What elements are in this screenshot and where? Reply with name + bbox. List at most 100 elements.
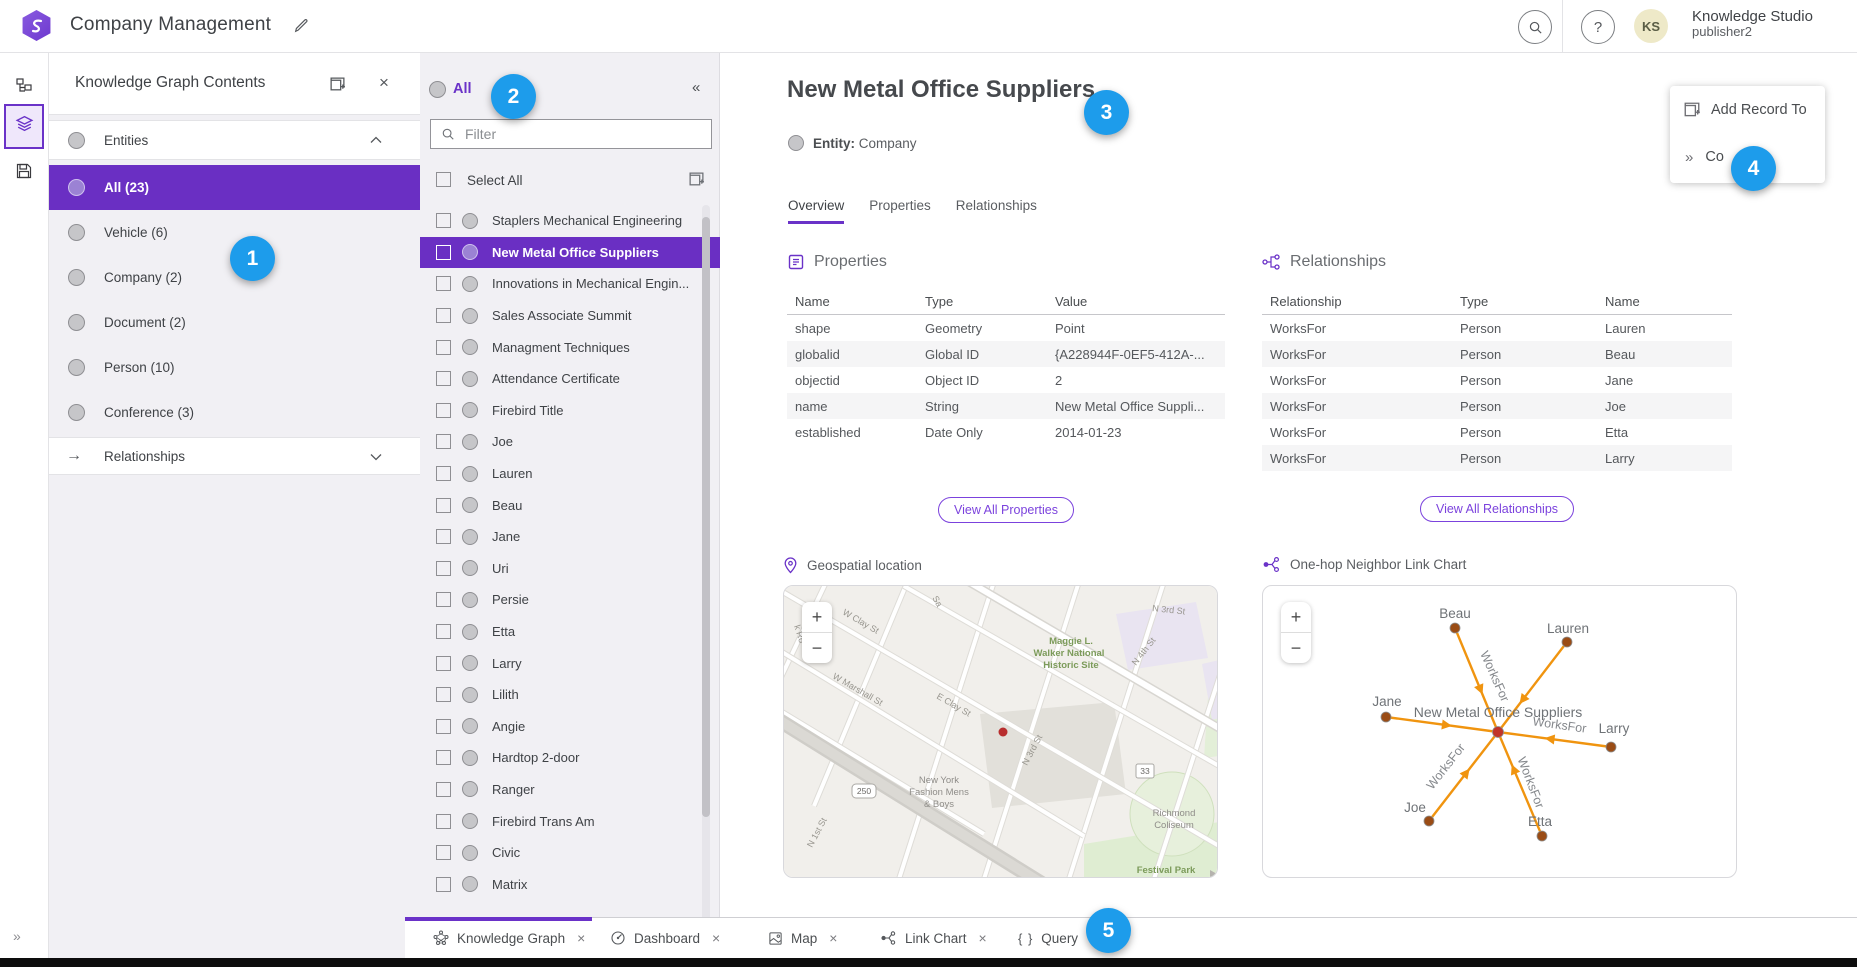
relationship-link[interactable]: WorksFor (1262, 367, 1452, 393)
table-row[interactable]: objectidObject ID2 (787, 367, 1225, 393)
node-center[interactable] (1493, 727, 1504, 738)
item-checkbox[interactable] (436, 245, 451, 260)
zoom-out-button[interactable]: − (1281, 633, 1311, 663)
entity-link[interactable]: Lauren (1597, 315, 1732, 342)
item-checkbox[interactable] (436, 213, 451, 228)
item-checkbox[interactable] (436, 403, 451, 418)
list-item[interactable]: Joe (420, 426, 720, 458)
entity-type-all[interactable]: All (23) (48, 165, 420, 210)
list-item[interactable]: Larry (420, 647, 720, 679)
list-item[interactable]: Hardtop 2-door (420, 742, 720, 774)
node-etta[interactable] (1537, 831, 1547, 841)
item-checkbox[interactable] (436, 719, 451, 734)
close-tab-icon[interactable]: × (577, 930, 585, 946)
list-item[interactable]: Angie (420, 711, 720, 743)
relationship-link[interactable]: WorksFor (1262, 393, 1452, 419)
link-chart[interactable]: WorksFor WorksFor WorksFor WorksFor Beau (1262, 585, 1737, 878)
node-lauren[interactable] (1562, 637, 1572, 647)
relationship-link[interactable]: WorksFor (1262, 419, 1452, 445)
entity-link[interactable]: Beau (1597, 341, 1732, 367)
relationships-section-header[interactable]: → Relationships (48, 437, 420, 475)
relationship-link[interactable]: WorksFor (1262, 315, 1452, 342)
list-item[interactable]: Firebird Trans Am (420, 805, 720, 837)
view-tab-map[interactable]: Map × (768, 918, 837, 958)
item-checkbox[interactable] (436, 750, 451, 765)
relationship-link[interactable]: WorksFor (1262, 341, 1452, 367)
item-checkbox[interactable] (436, 687, 451, 702)
item-checkbox[interactable] (436, 656, 451, 671)
view-all-properties-button[interactable]: View All Properties (938, 497, 1074, 523)
view-tab-dashboard[interactable]: Dashboard × (610, 918, 720, 958)
select-all-row[interactable]: Select All (420, 164, 720, 196)
close-panel-icon[interactable]: × (375, 74, 393, 92)
list-item[interactable]: Civic (420, 837, 720, 869)
item-checkbox[interactable] (436, 814, 451, 829)
relationship-link[interactable]: WorksFor (1262, 445, 1452, 471)
node-larry[interactable] (1606, 742, 1616, 752)
item-checkbox[interactable] (436, 624, 451, 639)
table-row[interactable]: establishedDate Only2014-01-23 (787, 419, 1225, 445)
list-item[interactable]: Managment Techniques (420, 331, 720, 363)
layers-tool-selected[interactable] (4, 104, 44, 149)
table-row[interactable]: WorksForPersonBeau (1262, 341, 1732, 367)
item-checkbox[interactable] (436, 782, 451, 797)
filter-input[interactable] (463, 125, 711, 143)
entity-type-person[interactable]: Person (10) (48, 345, 420, 390)
entity-link[interactable]: Jane (1597, 367, 1732, 393)
entity-type-document[interactable]: Document (2) (48, 300, 420, 345)
item-checkbox[interactable] (436, 434, 451, 449)
item-checkbox[interactable] (436, 877, 451, 892)
list-scrollbar[interactable] (702, 205, 710, 925)
menu-item-add-record-to[interactable]: Add Record To (1670, 95, 1825, 125)
tab-properties[interactable]: Properties (869, 198, 931, 224)
item-checkbox[interactable] (436, 592, 451, 607)
item-checkbox[interactable] (436, 845, 451, 860)
list-item[interactable]: Innovations in Mechanical Engin... (420, 268, 720, 300)
list-item[interactable]: Firebird Title (420, 395, 720, 427)
view-tab-knowledge-graph[interactable]: Knowledge Graph × (433, 918, 585, 958)
node-joe[interactable] (1424, 816, 1434, 826)
view-tab-query[interactable]: { } Query (1018, 918, 1078, 958)
table-row[interactable]: WorksForPersonJoe (1262, 393, 1732, 419)
list-item[interactable]: Etta (420, 616, 720, 648)
close-tab-icon[interactable]: × (829, 930, 837, 946)
list-item[interactable]: Staplers Mechanical Engineering (420, 205, 720, 237)
item-checkbox[interactable] (436, 561, 451, 576)
user-info[interactable]: Knowledge Studio publisher2 (1692, 8, 1813, 40)
list-item-selected[interactable]: New Metal Office Suppliers (420, 237, 720, 269)
list-item[interactable]: Beau (420, 489, 720, 521)
table-row[interactable]: nameStringNew Metal Office Suppli... (787, 393, 1225, 419)
select-all-checkbox[interactable] (436, 172, 451, 187)
item-checkbox[interactable] (436, 498, 451, 513)
entity-link[interactable]: Larry (1597, 445, 1732, 471)
help-button[interactable]: ? (1581, 10, 1615, 44)
add-record-icon[interactable] (328, 75, 346, 93)
table-row[interactable]: WorksForPersonJane (1262, 367, 1732, 393)
close-tab-icon[interactable]: × (712, 930, 720, 946)
view-tab-link-chart[interactable]: Link Chart × (880, 918, 987, 958)
item-checkbox[interactable] (436, 276, 451, 291)
collapse-panel-icon[interactable]: « (692, 79, 700, 96)
zoom-out-button[interactable]: − (802, 633, 832, 663)
entity-link[interactable]: Joe (1597, 393, 1732, 419)
list-item[interactable]: Uri (420, 553, 720, 585)
item-checkbox[interactable] (436, 529, 451, 544)
list-item[interactable]: Matrix (420, 868, 720, 900)
list-item[interactable]: Attendance Certificate (420, 363, 720, 395)
expand-panel-icon[interactable]: » (13, 928, 20, 944)
node-beau[interactable] (1450, 623, 1460, 633)
list-item[interactable]: Persie (420, 584, 720, 616)
list-item[interactable]: Lilith (420, 679, 720, 711)
view-all-relationships-button[interactable]: View All Relationships (1420, 496, 1574, 522)
app-logo-icon[interactable] (21, 10, 52, 41)
map-canvas[interactable]: W Clay St k Ro Sa W Marshall St E Clay S… (784, 586, 1218, 878)
item-checkbox[interactable] (436, 340, 451, 355)
data-model-icon[interactable] (14, 76, 34, 96)
zoom-in-button[interactable]: + (1281, 602, 1311, 633)
item-checkbox[interactable] (436, 371, 451, 386)
item-checkbox[interactable] (436, 308, 451, 323)
entity-type-conference[interactable]: Conference (3) (48, 390, 420, 435)
table-row[interactable]: WorksForPersonLauren (1262, 315, 1732, 342)
table-row[interactable]: WorksForPersonLarry (1262, 445, 1732, 471)
tab-overview[interactable]: Overview (788, 198, 844, 224)
